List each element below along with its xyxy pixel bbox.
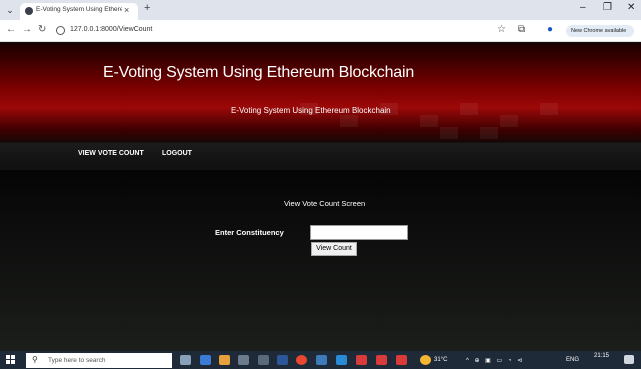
windows-start-icon[interactable]: [6, 355, 16, 365]
back-icon[interactable]: ←: [6, 24, 16, 35]
notification-icon[interactable]: [624, 355, 634, 364]
temperature: 31°C: [434, 357, 448, 363]
vscode-icon[interactable]: [336, 355, 347, 365]
file-explorer-icon[interactable]: [200, 355, 211, 365]
view-count-button[interactable]: View Count: [311, 242, 357, 256]
minimize-button[interactable]: –: [580, 2, 586, 13]
windows-taskbar: ⚲ Type here to search 31°C ^ ⊕ ▣ ▭ ◔ ⊲ E…: [0, 351, 641, 369]
store-icon[interactable]: [219, 355, 230, 365]
nav-logout[interactable]: LOGOUT: [162, 150, 192, 157]
browser-tabstrip: ⌄ E-Voting System Using Ethereu × + – ❐ …: [0, 0, 641, 20]
favicon-icon: [25, 7, 33, 15]
site-subtitle: E-Voting System Using Ethereum Blockchai…: [231, 106, 391, 115]
close-window-button[interactable]: ✕: [627, 2, 635, 13]
app-red-icon[interactable]: [376, 355, 387, 365]
nav-view-vote-count[interactable]: VIEW VOTE COUNT: [78, 150, 144, 157]
mail-icon[interactable]: [238, 355, 249, 365]
python-icon[interactable]: [316, 355, 327, 365]
constituency-label: Enter Constituency: [215, 228, 284, 237]
forward-icon[interactable]: →: [22, 24, 32, 35]
profile-icon[interactable]: ●: [547, 24, 553, 35]
search-placeholder: Type here to search: [48, 357, 106, 364]
weather-icon[interactable]: [420, 355, 431, 365]
site-title: E-Voting System Using Ethereum Blockchai…: [103, 64, 415, 81]
site-navbar: VIEW VOTE COUNT LOGOUT: [0, 143, 641, 165]
photos-icon[interactable]: [258, 355, 269, 365]
taskbar-search[interactable]: ⚲ Type here to search: [26, 353, 172, 368]
task-view-icon[interactable]: [180, 355, 191, 365]
address-bar[interactable]: 127.0.0.1:8000/ViewCount: [52, 23, 488, 39]
notes-icon[interactable]: [277, 355, 288, 365]
search-icon: ⚲: [32, 355, 38, 364]
app-red-icon[interactable]: [396, 355, 407, 365]
maximize-button[interactable]: ❐: [603, 2, 612, 13]
extensions-icon[interactable]: ⧉: [518, 24, 525, 35]
system-tray-icons[interactable]: ^ ⊕ ▣ ▭ ◔ ⊲: [466, 357, 524, 364]
constituency-input[interactable]: [310, 225, 408, 240]
clock-time[interactable]: 21:15: [594, 353, 609, 359]
reload-icon[interactable]: ↻: [38, 24, 46, 35]
browser-tab[interactable]: E-Voting System Using Ethereu ×: [20, 3, 138, 20]
browser-toolbar: ← → ↻ 127.0.0.1:8000/ViewCount ☆ ⧉ ● New…: [0, 20, 641, 42]
url-text: 127.0.0.1:8000/ViewCount: [70, 26, 153, 33]
main-content: View Vote Count Screen Enter Constituenc…: [0, 170, 641, 351]
tab-search-icon[interactable]: ⌄: [3, 3, 17, 17]
new-tab-button[interactable]: +: [144, 2, 150, 14]
web-page: E-Voting System Using Ethereum Blockchai…: [0, 43, 641, 351]
tab-close-icon[interactable]: ×: [124, 5, 129, 15]
screen-title: View Vote Count Screen: [284, 199, 366, 208]
app-red-icon[interactable]: [356, 355, 367, 365]
star-icon[interactable]: ☆: [497, 24, 506, 35]
chrome-icon[interactable]: [296, 355, 307, 365]
tab-title: E-Voting System Using Ethereu: [36, 6, 122, 13]
chrome-update-badge[interactable]: New Chrome available: [566, 25, 634, 37]
site-info-icon[interactable]: [56, 26, 65, 35]
site-banner: E-Voting System Using Ethereum Blockchai…: [0, 43, 641, 142]
language-indicator[interactable]: ENG: [566, 357, 579, 363]
